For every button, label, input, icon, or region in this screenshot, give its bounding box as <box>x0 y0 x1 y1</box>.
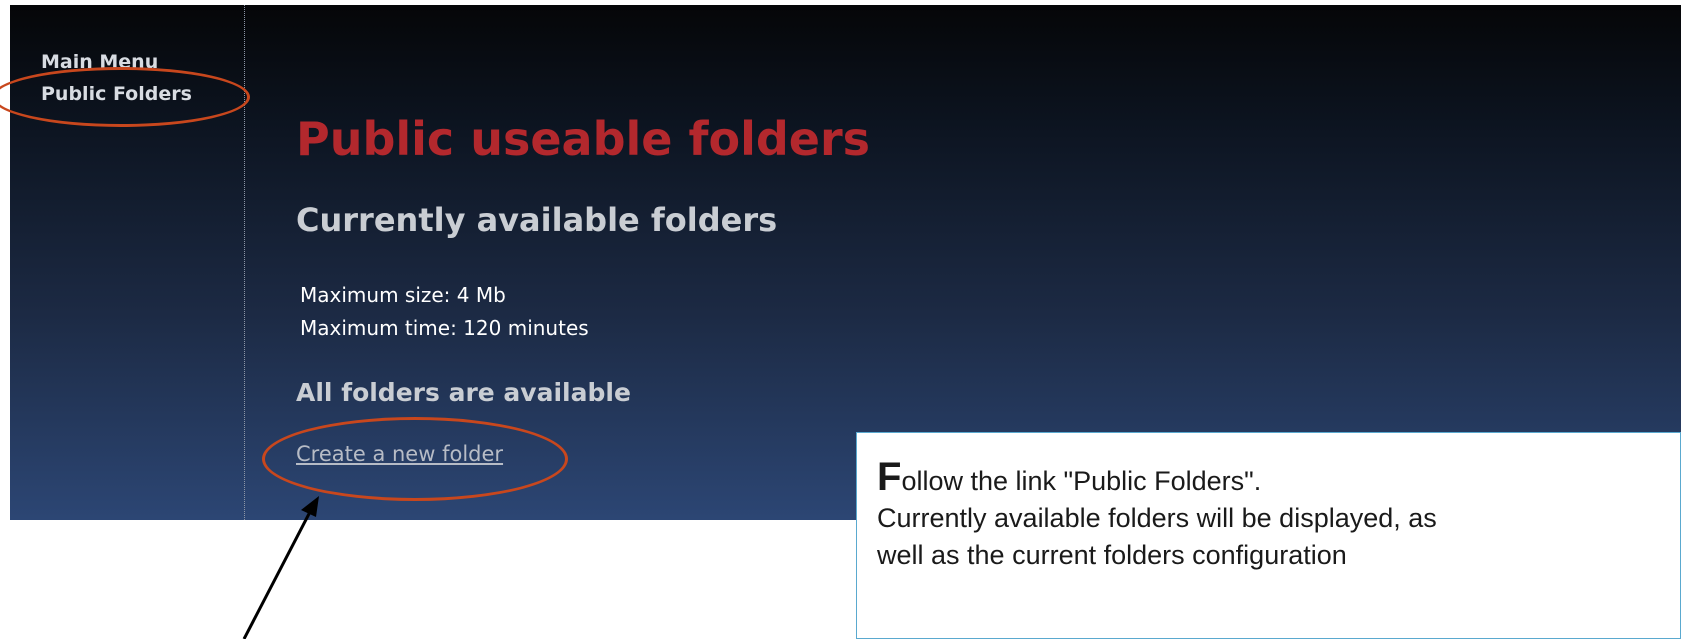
callout-dropcap: F <box>877 455 902 499</box>
callout-line-2: Currently available folders will be disp… <box>877 503 1437 533</box>
callout-line-3: well as the current folders configuratio… <box>877 540 1347 570</box>
callout-line-1-text: ollow the link "Public Folders". <box>901 466 1262 496</box>
tutorial-slide: Main Menu Public Folders Public useable … <box>0 0 1681 639</box>
callout-line-1: Follow the link "Public Folders". <box>877 457 1680 500</box>
instruction-callout: Follow the link "Public Folders". Curren… <box>856 432 1681 639</box>
